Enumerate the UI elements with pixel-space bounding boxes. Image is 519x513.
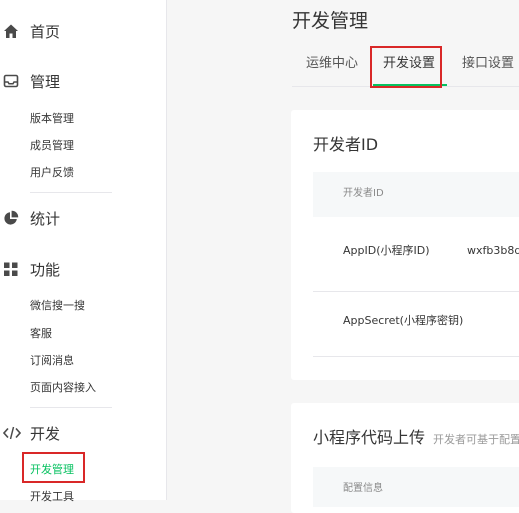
row-divider [313, 356, 519, 357]
code-icon [3, 425, 21, 441]
page-title: 开发管理 [292, 10, 369, 32]
sidebar-item-page-content[interactable]: 页面内容接入 [30, 380, 96, 396]
code-upload-card-title-text: 小程序代码上传 [313, 428, 426, 447]
sidebar-item-customer-service[interactable]: 客服 [30, 326, 52, 342]
sidebar-item-user-feedback[interactable]: 用户反馈 [30, 165, 74, 181]
developer-id-card-title: 开发者ID [313, 135, 379, 154]
sidebar-group-develop[interactable]: 开发 [0, 422, 166, 446]
sidebar-item-subscribe-message[interactable]: 订阅消息 [30, 353, 74, 369]
upload-table-header: 配置信息 [313, 467, 519, 507]
highlight-box-dev-settings [370, 46, 442, 88]
table-header-label: 开发者ID [343, 188, 384, 199]
code-upload-card-subtitle: 开发者可基于配置 [433, 433, 519, 446]
sidebar-group-develop-label: 开发 [30, 425, 61, 443]
sidebar-group-manage-label: 管理 [30, 73, 61, 91]
code-upload-card-title: 小程序代码上传 开发者可基于配置 [313, 427, 519, 451]
sidebar-group-manage[interactable]: 管理 [0, 70, 166, 94]
sidebar-item-stats[interactable]: 统计 [0, 207, 166, 231]
tab-interface-settings[interactable]: 接口设置 [462, 55, 514, 73]
inbox-icon [3, 73, 19, 89]
appid-value[interactable]: wxfb3b8d0 [467, 243, 519, 259]
sidebar-divider [30, 407, 112, 408]
developer-id-table-header: 开发者ID [313, 172, 519, 217]
table-header-label: 配置信息 [343, 483, 383, 494]
sidebar-item-wechat-search[interactable]: 微信搜一搜 [30, 298, 85, 314]
sidebar-item-home[interactable]: 首页 [0, 20, 166, 44]
appid-label: AppID(小程序ID) [343, 244, 430, 257]
sidebar-divider [30, 192, 112, 193]
tab-ops-center[interactable]: 运维中心 [306, 55, 358, 73]
appsecret-label: AppSecret(小程序密钥) [343, 314, 464, 327]
code-upload-card: 小程序代码上传 开发者可基于配置 配置信息 [291, 403, 519, 513]
row-divider [313, 291, 519, 292]
pie-chart-icon [3, 210, 19, 226]
developer-id-card: 开发者ID 开发者ID AppID(小程序ID) wxfb3b8d0 AppSe… [291, 110, 519, 380]
sidebar-group-features-label: 功能 [30, 261, 61, 279]
sidebar: 首页 管理 版本管理 成员管理 用户反馈 统计 功能 微信搜一搜 客服 订阅消息… [0, 0, 167, 503]
sidebar-item-stats-label: 统计 [30, 210, 61, 228]
home-icon [3, 23, 19, 39]
sidebar-item-dev-tools[interactable]: 开发工具 [30, 489, 74, 505]
sidebar-item-version-manage[interactable]: 版本管理 [30, 111, 74, 127]
grid-icon [3, 261, 19, 277]
highlight-box-dev-manage [22, 452, 85, 483]
sidebar-item-home-label: 首页 [30, 23, 61, 41]
sidebar-item-member-manage[interactable]: 成员管理 [30, 138, 74, 154]
sidebar-group-features[interactable]: 功能 [0, 258, 166, 282]
